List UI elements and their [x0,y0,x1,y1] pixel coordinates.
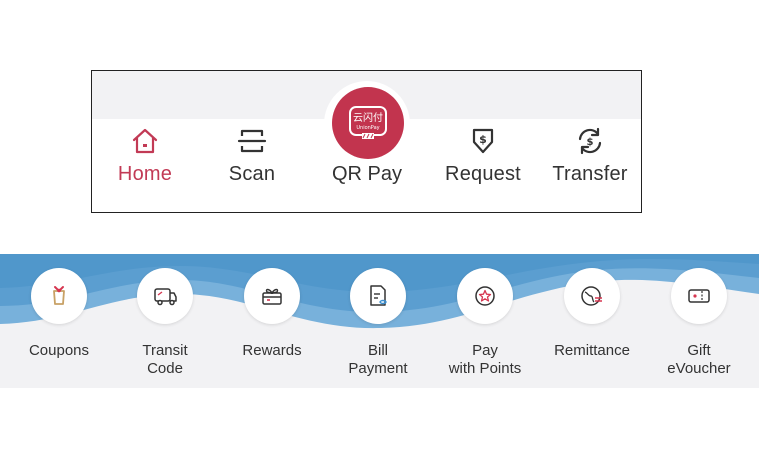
globe-icon [581,286,602,306]
tab-transfer[interactable]: $ Transfer [540,125,640,195]
bill-icon [370,285,387,306]
tab-home[interactable]: Home [95,125,195,195]
coupon-icon [53,286,65,305]
unionpay-qr-logo-icon: 云闪付 UnionPay [349,106,387,139]
bus-icon [154,288,177,306]
service-coupons[interactable]: Coupons [9,268,109,360]
svg-text:UnionPay: UnionPay [356,125,379,131]
gift-box-icon [262,288,282,305]
home-icon [132,128,158,154]
tab-request-label: Request [445,163,521,185]
gift-evoucher-button[interactable] [671,268,727,324]
qr-pay-button[interactable]: 云闪付 UnionPay [332,87,404,159]
service-pay-with-points[interactable]: Pay with Points [435,268,535,378]
service-rewards[interactable]: Rewards [222,268,322,360]
bill-payment-button[interactable] [350,268,406,324]
transfer-icon: $ [578,127,602,155]
service-transit-code[interactable]: Transit Code [115,268,215,378]
tab-home-label: Home [117,163,173,185]
scan-icon [237,129,267,153]
svg-text:$: $ [479,133,487,146]
tab-transfer-label: Transfer [552,163,628,185]
service-bill-payment[interactable]: Bill Payment [328,268,428,378]
remittance-button[interactable] [564,268,620,324]
tab-scan-label: Scan [228,163,276,185]
pay-with-points-button[interactable] [457,268,513,324]
coupons-button[interactable] [31,268,87,324]
voucher-icon [688,289,710,303]
rewards-button[interactable] [244,268,300,324]
request-money-icon: $ [472,128,494,154]
tab-qr-pay-label[interactable]: QR Pay [317,163,417,186]
tab-scan[interactable]: Scan [202,125,302,195]
service-gift-evoucher[interactable]: Gift eVoucher [649,268,749,378]
services-strip: Coupons Transit Code Rewards Bill Paymen… [0,254,759,388]
service-gift-evoucher-label: Gift eVoucher [667,342,731,377]
service-coupons-label: Coupons [28,342,90,359]
service-remittance-label: Remittance [554,342,630,359]
service-pay-with-points-label: Pay with Points [448,342,522,377]
service-rewards-label: Rewards [242,342,302,359]
star-icon [475,286,495,306]
svg-text:$: $ [587,137,594,148]
svg-text:云闪付: 云闪付 [353,111,383,124]
service-remittance[interactable]: Remittance [542,268,642,360]
service-bill-payment-label: Bill Payment [348,342,408,377]
transit-code-button[interactable] [137,268,193,324]
service-transit-code-label: Transit Code [142,342,188,377]
tab-request[interactable]: $ Request [433,125,533,195]
bottom-tab-bar: Home Scan 云闪付 UnionPay QR Pay $ Request [91,70,642,213]
